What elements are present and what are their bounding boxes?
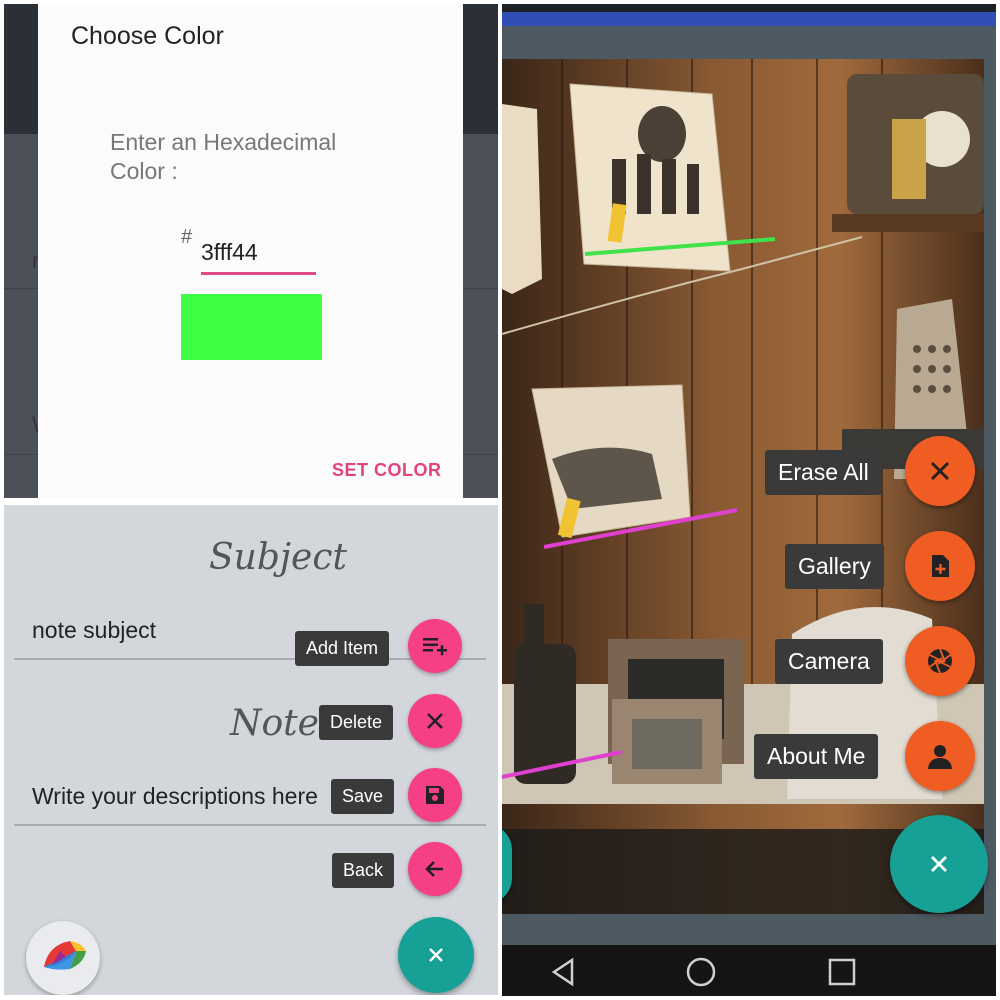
color-preview-swatch: [181, 294, 322, 360]
description-underline: [14, 824, 486, 826]
color-palette-button[interactable]: [26, 921, 100, 995]
delete-button[interactable]: [408, 694, 462, 748]
hex-color-input[interactable]: [201, 234, 316, 275]
add-item-button[interactable]: [408, 619, 462, 673]
note-heading: Note: [230, 703, 319, 744]
subject-field[interactable]: note subject: [32, 617, 156, 644]
camera-button[interactable]: [905, 626, 975, 696]
recents-icon[interactable]: [827, 957, 857, 987]
about-me-label: About Me: [754, 734, 879, 779]
save-button[interactable]: [408, 768, 462, 822]
floppy-disk-icon: [426, 786, 444, 804]
note-editor-screen: Subject note subject Note Write your des…: [4, 505, 498, 995]
description-field[interactable]: Write your descriptions here: [32, 783, 332, 810]
arrow-left-icon: [425, 861, 443, 877]
add-item-label: Add Item: [295, 631, 390, 666]
dialog-title: Choose Color: [71, 22, 224, 50]
hex-label: Enter an Hexadecimal Color :: [110, 129, 337, 184]
drawing-app-screen: Erase All Gallery Camera About Me: [502, 4, 996, 996]
umbrella-palette-icon: [44, 941, 86, 970]
close-icon: [429, 948, 443, 962]
gallery-button[interactable]: [905, 531, 975, 601]
set-color-button[interactable]: SET COLOR: [332, 460, 442, 481]
subject-heading: Subject: [209, 537, 347, 578]
color-dialog-screen: n W Choose Color Enter an Hexadecimal Co…: [4, 4, 498, 498]
delete-label: Delete: [319, 705, 394, 740]
back-button[interactable]: [408, 842, 462, 896]
erase-all-label: Erase All: [765, 450, 882, 495]
file-add-icon: [932, 555, 949, 577]
camera-label: Camera: [775, 639, 883, 684]
playlist-add-icon: [423, 638, 447, 656]
save-label: Save: [331, 779, 395, 814]
close-icon: [427, 713, 443, 729]
person-icon: [928, 745, 952, 769]
hash-prefix: #: [181, 226, 193, 248]
back-icon[interactable]: [548, 957, 578, 987]
close-icon: [930, 461, 950, 481]
gallery-label: Gallery: [785, 544, 884, 589]
home-icon[interactable]: [685, 956, 717, 988]
fab-close-button[interactable]: [890, 815, 988, 913]
back-label: Back: [332, 853, 395, 888]
choose-color-dialog: Choose Color Enter an Hexadecimal Color …: [38, 4, 463, 498]
close-icon: [931, 856, 947, 872]
status-bar: [502, 4, 996, 12]
fab-close-button[interactable]: [398, 917, 474, 993]
camera-shutter-icon: [928, 648, 952, 674]
about-me-button[interactable]: [905, 721, 975, 791]
navigation-bar: [502, 945, 996, 996]
app-bar: [502, 12, 996, 26]
erase-all-button[interactable]: [905, 436, 975, 506]
